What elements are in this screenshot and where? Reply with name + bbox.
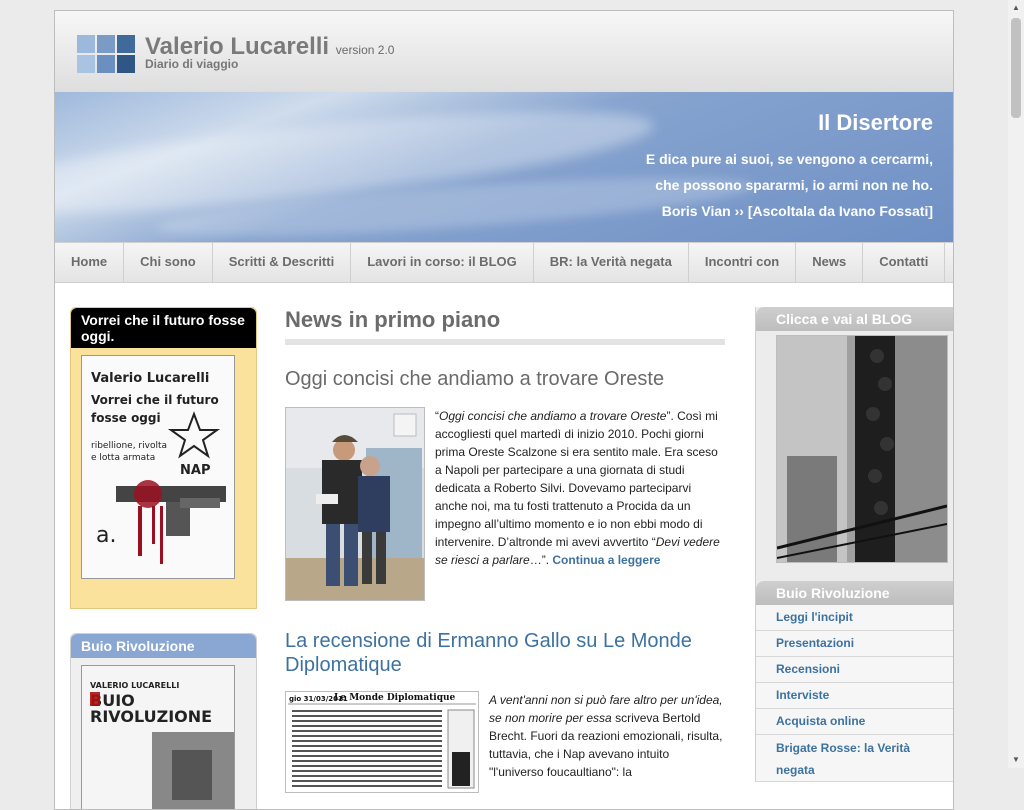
cover2-title-2: RIVOLUZIONE	[90, 707, 212, 726]
browser-scrollbar[interactable]: ▲ ▼	[1008, 0, 1024, 768]
nav-item-news[interactable]: News	[796, 243, 864, 282]
scrollbar-thumb[interactable]	[1011, 18, 1021, 118]
section-heading: News in primo piano	[285, 307, 725, 345]
book-box-vorrei: Vorrei che il futuro fosse oggi. Valerio…	[70, 307, 257, 609]
book-box-title: Vorrei che il futuro fosse oggi.	[71, 308, 256, 348]
banner-line: E dica pure ai suoi, se vengono a cercar…	[645, 151, 933, 167]
blog-box-title[interactable]: Clicca e vai al BLOG	[756, 307, 953, 331]
header-banner: Il Disertore E dica pure ai suoi, se ven…	[55, 92, 953, 242]
post-body-2: …”.	[529, 553, 553, 567]
book-box-title: Buio Rivoluzione	[71, 634, 256, 658]
sidebar-link[interactable]: Brigate Rosse: la Verità negata	[756, 735, 953, 782]
site-header: Valerio Lucarelli version 2.0 Diario di …	[55, 11, 953, 92]
sidebar-link[interactable]: Recensioni	[756, 657, 953, 683]
book-box-buio: Buio Rivoluzione VALERIO LUCARELLI BUIO …	[70, 633, 257, 809]
banner-quote: Il Disertore E dica pure ai suoi, se ven…	[646, 110, 933, 224]
post-quote: Oggi concisi che andiamo a trovare Orest…	[439, 409, 667, 423]
sidebar-link[interactable]: Presentazioni	[756, 631, 953, 657]
nav-item-chi-sono[interactable]: Chi sono	[124, 243, 213, 282]
banner-title: Il Disertore	[818, 110, 933, 135]
cover-subtitle-2: e lotta armata	[91, 453, 155, 463]
banner-line: che possono spararmi, io armi non ne ho.	[655, 177, 933, 193]
cover-title-2: fosse oggi	[91, 411, 161, 425]
site-version: version 2.0	[335, 43, 395, 57]
newspaper-clipping: gio 31/03/2011 Le Monde Diplomatique	[286, 692, 478, 792]
blog-image[interactable]	[776, 335, 948, 563]
blog-box: Clicca e vai al BLOG	[755, 307, 953, 581]
blog-photo	[777, 336, 947, 562]
nav-item-scritti[interactable]: Scritti & Descritti	[213, 243, 352, 282]
clip-title: Le Monde Diplomatique	[334, 693, 456, 703]
cover-badge: NAP	[180, 463, 210, 478]
page-container: Valerio Lucarelli version 2.0 Diario di …	[54, 10, 954, 810]
read-more-link[interactable]: Continua a leggere	[552, 553, 660, 567]
buio-box: Buio Rivoluzione Leggi l'incipit Present…	[755, 581, 953, 782]
post-body: ”. Così mi accogliesti quel martedì di i…	[435, 409, 718, 549]
post-photo	[286, 408, 424, 600]
post-title-link[interactable]: Oggi concisi che andiamo a trovare Orest…	[285, 367, 725, 391]
post-thumbnail[interactable]	[285, 407, 425, 601]
cover2-author: VALERIO LUCARELLI	[90, 681, 179, 690]
post-oreste: “Oggi concisi che andiamo a trovare Ores…	[285, 407, 725, 601]
post-title-link[interactable]: La recensione di Ermanno Gallo su Le Mon…	[285, 629, 725, 677]
site-title-text[interactable]: Valerio Lucarelli	[145, 33, 329, 60]
main-nav: Home Chi sono Scritti & Descritti Lavori…	[55, 242, 953, 283]
sidebar-link[interactable]: Acquista online	[756, 709, 953, 735]
cover-subtitle-1: ribellione, rivolta	[91, 441, 167, 451]
cover-title-1: Vorrei che il futuro	[91, 393, 219, 407]
scroll-up-icon[interactable]: ▲	[1008, 0, 1024, 16]
book-cover-vorrei[interactable]: Valerio Lucarelli Vorrei che il futuro f…	[81, 355, 235, 579]
cover-author: Valerio Lucarelli	[91, 371, 209, 386]
book-cover-buio[interactable]: VALERIO LUCARELLI BUIO RIVOLUZIONE	[81, 665, 235, 809]
banner-attribution-link[interactable]: Boris Vian ›› [Ascoltala da Ivano Fossat…	[646, 198, 933, 224]
post-recensione: gio 31/03/2011 Le Monde Diplomatique A v…	[285, 691, 725, 793]
book-cover-vorrei-art: Valerio Lucarelli Vorrei che il futuro f…	[82, 356, 234, 578]
svg-text:a.: a.	[96, 523, 116, 548]
nav-item-contatti[interactable]: Contatti	[863, 243, 946, 282]
nav-item-incontri[interactable]: Incontri con	[689, 243, 797, 282]
site-logo-icon[interactable]	[77, 35, 135, 73]
site-tagline: Diario di viaggio	[145, 57, 239, 71]
nav-item-blog[interactable]: Lavori in corso: il BLOG	[351, 243, 534, 282]
nav-item-br[interactable]: BR: la Verità negata	[534, 243, 689, 282]
sidebar-link[interactable]: Leggi l'incipit	[756, 605, 953, 631]
right-sidebar: Clicca e vai al BLOG Buio Rivoluzione Le…	[755, 307, 953, 782]
buio-links: Leggi l'incipit Presentazioni Recensioni…	[756, 605, 953, 782]
post-thumbnail[interactable]: gio 31/03/2011 Le Monde Diplomatique	[285, 691, 479, 793]
buio-box-title: Buio Rivoluzione	[756, 581, 953, 605]
nav-item-home[interactable]: Home	[55, 243, 125, 282]
book-cover-buio-art: VALERIO LUCARELLI BUIO RIVOLUZIONE	[82, 666, 234, 809]
main-content: News in primo piano Oggi concisi che and…	[285, 307, 725, 793]
sidebar-link[interactable]: Interviste	[756, 683, 953, 709]
scroll-down-icon[interactable]: ▼	[1008, 752, 1024, 768]
